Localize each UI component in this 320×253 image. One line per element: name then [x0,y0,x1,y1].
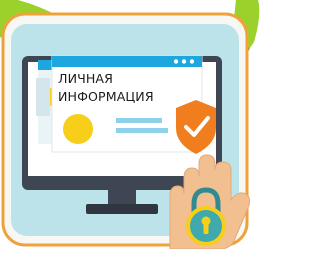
text-line [116,118,162,123]
info-card-title: ЛИЧНАЯ ИНФОРМАЦИЯ [58,70,178,106]
illustration: ЛИЧНАЯ ИНФОРМАЦИЯ [0,0,264,250]
privacy-illustration [0,0,260,250]
window-dot [181,59,187,64]
window-dot [173,59,179,64]
text-line [116,128,168,133]
window-dot [189,59,195,64]
title-line-1: ЛИЧНАЯ [58,71,113,86]
title-line-2: ИНФОРМАЦИЯ [58,89,154,104]
avatar-dot [63,114,93,144]
